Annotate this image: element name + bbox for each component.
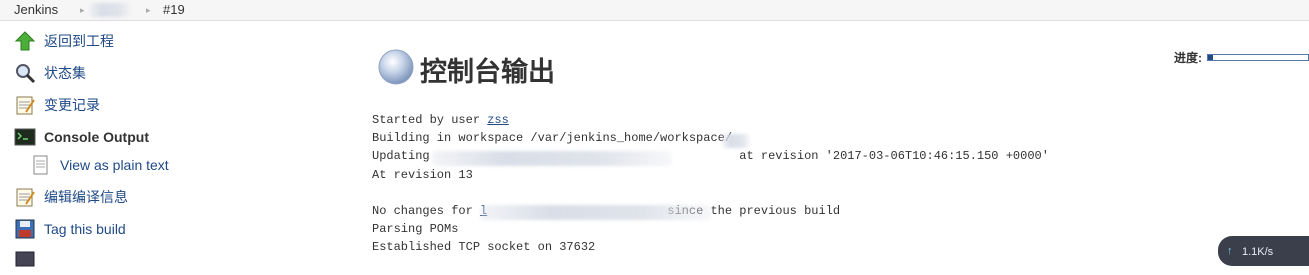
console-line: Started by user	[372, 113, 488, 127]
sidebar-item-label: 状态集	[44, 65, 86, 81]
progress-label: 进度:	[1174, 51, 1202, 65]
breadcrumb-separator-icon: ▸	[80, 5, 85, 15]
breadcrumb-separator-icon: ▸	[146, 5, 151, 15]
network-speed-badge: ↑ 1.1K/s	[1218, 236, 1309, 266]
console-line: at revision '2017-03-06T10:46:15.150 +00…	[739, 149, 1049, 164]
redacted-workspace-name	[722, 134, 750, 148]
save-disk-icon	[14, 218, 36, 240]
progress-bar-fill	[1208, 55, 1213, 60]
sidebar-item-plain-text[interactable]: View as plain text	[30, 153, 169, 177]
blue-ball-status-icon	[377, 48, 415, 89]
sidebar-item-status[interactable]: 状态集	[14, 61, 86, 85]
redacted-repo-url	[480, 205, 712, 220]
notepad-icon	[14, 94, 36, 116]
console-line: No changes for	[372, 204, 481, 219]
sidebar-item-partial[interactable]	[14, 249, 44, 273]
sidebar-item-label: Console Output	[44, 129, 149, 145]
sidebar-item-changes[interactable]: 变更记录	[14, 93, 100, 117]
terminal-icon	[14, 126, 36, 148]
sidebar-item-console-output[interactable]: Console Output	[14, 125, 149, 149]
console-line: Updating	[372, 149, 437, 164]
sidebar-item-label: View as plain text	[60, 157, 169, 173]
sidebar-item-label: 编辑编译信息	[44, 189, 128, 205]
sidebar-item-label: 变更记录	[44, 97, 100, 113]
page-title: 控制台输出	[420, 57, 555, 88]
breadcrumb-jenkins[interactable]: Jenkins	[14, 2, 58, 17]
console-output: Started by user zss Building in workspac…	[372, 111, 1049, 257]
document-icon	[30, 154, 52, 176]
console-line: Building in workspace /var/jenkins_home/…	[372, 131, 733, 146]
console-line: Parsing POMs	[372, 222, 459, 237]
breadcrumb: Jenkins ▸ ▸ #19	[0, 0, 1309, 21]
sidebar-item-edit-build-info[interactable]: 编辑编译信息	[14, 185, 128, 209]
upload-arrow-icon: ↑	[1227, 245, 1233, 257]
redacted-project-name	[90, 3, 130, 17]
redacted-repo-url	[432, 151, 672, 166]
user-link[interactable]: zss	[487, 113, 509, 127]
magnifier-icon	[14, 62, 36, 84]
console-line: At revision 13	[372, 167, 473, 182]
sidebar-item-label: Tag this build	[44, 221, 126, 237]
monitor-icon	[14, 250, 36, 272]
up-arrow-icon	[14, 30, 36, 52]
progress-bar	[1207, 54, 1309, 61]
sidebar-item-label: 返回到工程	[44, 33, 114, 49]
sidebar-item-tag-build[interactable]: Tag this build	[14, 217, 126, 241]
network-rate: 1.1K/s	[1242, 246, 1274, 258]
breadcrumb-build[interactable]: #19	[163, 2, 185, 17]
sidebar-item-back-to-project[interactable]: 返回到工程	[14, 29, 114, 53]
notepad-icon	[14, 186, 36, 208]
console-line: Established TCP socket on 37632	[372, 240, 596, 255]
